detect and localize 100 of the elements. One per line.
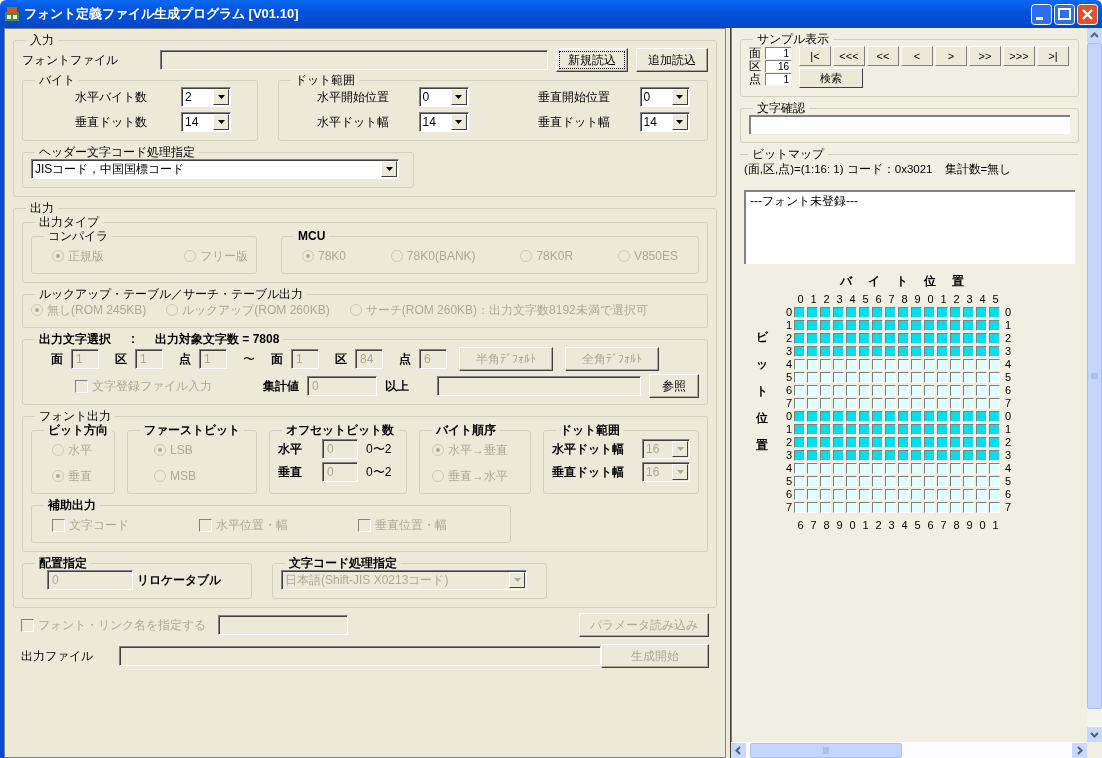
bit-checkbox[interactable] (976, 333, 987, 345)
bit-checkbox[interactable] (872, 411, 883, 423)
bit-checkbox[interactable] (807, 489, 818, 501)
bit-checkbox[interactable] (898, 489, 909, 501)
bit-checkbox[interactable] (950, 398, 961, 410)
bit-checkbox[interactable] (911, 411, 922, 423)
bit-checkbox[interactable] (859, 476, 870, 488)
bit-checkbox[interactable] (963, 463, 974, 475)
dropdown-button[interactable] (671, 89, 688, 105)
bit-checkbox[interactable] (937, 307, 948, 319)
dropdown[interactable]: 14 (639, 112, 690, 132)
bit-checkbox[interactable] (898, 450, 909, 462)
bit-checkbox[interactable] (911, 372, 922, 384)
bit-checkbox[interactable] (820, 489, 831, 501)
bit-checkbox[interactable] (911, 385, 922, 397)
bit-checkbox[interactable] (937, 476, 948, 488)
bit-checkbox[interactable] (898, 411, 909, 423)
close-icon[interactable] (1077, 3, 1098, 25)
bit-checkbox[interactable] (963, 359, 974, 371)
bit-checkbox[interactable] (989, 411, 1000, 423)
bit-checkbox[interactable] (846, 333, 857, 345)
bit-checkbox[interactable] (820, 398, 831, 410)
bit-checkbox[interactable] (794, 359, 805, 371)
bit-checkbox[interactable] (898, 437, 909, 449)
bit-checkbox[interactable] (872, 489, 883, 501)
bit-checkbox[interactable] (794, 333, 805, 345)
bit-checkbox[interactable] (924, 463, 935, 475)
bit-checkbox[interactable] (950, 463, 961, 475)
bit-checkbox[interactable] (859, 489, 870, 501)
nav-button[interactable]: << (867, 46, 899, 66)
bit-checkbox[interactable] (898, 346, 909, 358)
bit-checkbox[interactable] (976, 385, 987, 397)
bit-checkbox[interactable] (807, 398, 818, 410)
bit-checkbox[interactable] (807, 437, 818, 449)
bit-checkbox[interactable] (833, 346, 844, 358)
bit-checkbox[interactable] (950, 424, 961, 436)
dropdown[interactable]: JISコード，中国国標コード (31, 159, 399, 179)
bit-checkbox[interactable] (794, 489, 805, 501)
dropdown[interactable]: 14 (181, 112, 231, 132)
minimize-icon[interactable] (1031, 3, 1052, 25)
dropdown[interactable]: 2 (181, 87, 231, 107)
bit-checkbox[interactable] (950, 372, 961, 384)
bit-checkbox[interactable] (872, 424, 883, 436)
bit-checkbox[interactable] (976, 450, 987, 462)
bit-checkbox[interactable] (963, 346, 974, 358)
dropdown-button[interactable] (450, 114, 467, 130)
bit-checkbox[interactable] (846, 489, 857, 501)
dropdown[interactable]: 0 (418, 87, 469, 107)
bit-checkbox[interactable] (911, 333, 922, 345)
bit-checkbox[interactable] (976, 424, 987, 436)
bit-checkbox[interactable] (820, 372, 831, 384)
bit-checkbox[interactable] (885, 411, 896, 423)
scroll-left-icon[interactable] (731, 742, 746, 758)
bit-checkbox[interactable] (859, 398, 870, 410)
bit-checkbox[interactable] (950, 359, 961, 371)
bit-checkbox[interactable] (885, 476, 896, 488)
bit-checkbox[interactable] (846, 450, 857, 462)
bit-checkbox[interactable] (976, 411, 987, 423)
bit-checkbox[interactable] (859, 333, 870, 345)
bit-checkbox[interactable] (924, 489, 935, 501)
bit-checkbox[interactable] (807, 346, 818, 358)
bit-checkbox[interactable] (950, 333, 961, 345)
bit-checkbox[interactable] (820, 450, 831, 462)
number-field[interactable]: 1 (765, 46, 791, 59)
dropdown-button[interactable] (213, 114, 229, 130)
bit-checkbox[interactable] (911, 489, 922, 501)
bit-checkbox[interactable] (989, 372, 1000, 384)
bit-checkbox[interactable] (872, 502, 883, 514)
bit-checkbox[interactable] (794, 398, 805, 410)
bit-checkbox[interactable] (833, 385, 844, 397)
bit-checkbox[interactable] (846, 463, 857, 475)
bit-checkbox[interactable] (950, 437, 961, 449)
bit-checkbox[interactable] (950, 307, 961, 319)
maximize-icon[interactable] (1054, 3, 1075, 25)
bit-checkbox[interactable] (937, 437, 948, 449)
bit-checkbox[interactable] (846, 437, 857, 449)
bit-checkbox[interactable] (963, 424, 974, 436)
nav-button[interactable]: >>> (1003, 46, 1035, 66)
bit-checkbox[interactable] (846, 411, 857, 423)
bit-checkbox[interactable] (859, 307, 870, 319)
bit-checkbox[interactable] (976, 502, 987, 514)
nav-button[interactable]: < (901, 46, 933, 66)
bit-checkbox[interactable] (950, 489, 961, 501)
bit-checkbox[interactable] (976, 398, 987, 410)
bit-checkbox[interactable] (937, 411, 948, 423)
scroll-right-icon[interactable] (1072, 742, 1087, 758)
dropdown-button[interactable] (450, 89, 467, 105)
bit-checkbox[interactable] (911, 307, 922, 319)
bit-checkbox[interactable] (820, 359, 831, 371)
bit-checkbox[interactable] (937, 385, 948, 397)
bit-checkbox[interactable] (937, 450, 948, 462)
bit-checkbox[interactable] (872, 359, 883, 371)
bit-checkbox[interactable] (924, 502, 935, 514)
bit-checkbox[interactable] (833, 424, 844, 436)
bit-checkbox[interactable] (950, 411, 961, 423)
bit-checkbox[interactable] (859, 437, 870, 449)
bit-checkbox[interactable] (794, 450, 805, 462)
bit-checkbox[interactable] (898, 307, 909, 319)
bit-checkbox[interactable] (976, 476, 987, 488)
bit-checkbox[interactable] (989, 450, 1000, 462)
